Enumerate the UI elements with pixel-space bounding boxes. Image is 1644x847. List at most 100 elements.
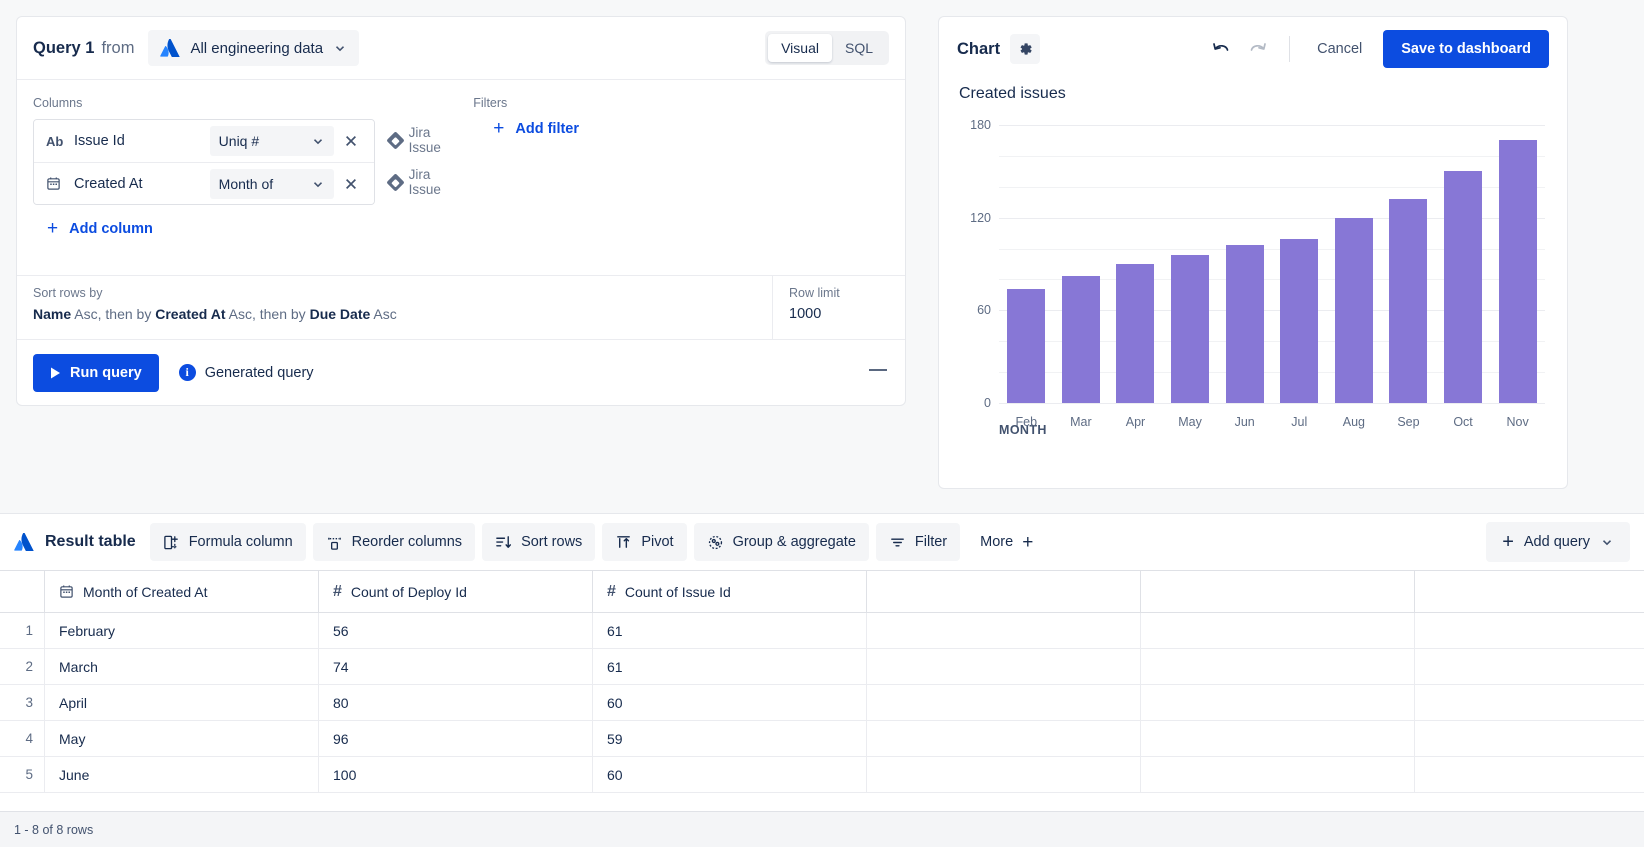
cell-empty[interactable] (1140, 757, 1414, 792)
chart-panel: Chart (938, 16, 1568, 489)
chart-bar[interactable] (1280, 239, 1318, 403)
add-query-button[interactable]: + Add query (1486, 522, 1630, 562)
group-aggregate-button[interactable]: Group & aggregate (694, 523, 869, 561)
bar-slot (1217, 125, 1272, 403)
chart-bar[interactable] (1444, 171, 1482, 403)
chart-bar[interactable] (1226, 245, 1264, 403)
cell-empty[interactable] (1140, 721, 1414, 756)
undo-button[interactable] (1205, 33, 1237, 65)
column-header-empty[interactable] (866, 571, 1140, 612)
chart-bar[interactable] (1062, 276, 1100, 403)
view-mode-sql[interactable]: SQL (832, 34, 886, 62)
view-mode-visual[interactable]: Visual (768, 34, 832, 62)
column-header-empty[interactable] (1414, 571, 1644, 612)
remove-column-button[interactable] (334, 134, 368, 148)
atlassian-logo-icon (14, 533, 34, 551)
cell-deploy-count[interactable]: 56 (318, 613, 592, 648)
sort-dir: Asc (373, 306, 396, 322)
add-column-button[interactable]: + Add column (47, 219, 461, 238)
cell-deploy-count[interactable]: 74 (318, 649, 592, 684)
cell-issue-count[interactable]: 59 (592, 721, 866, 756)
bar-slot (1490, 125, 1545, 403)
column-header-empty[interactable] (1140, 571, 1414, 612)
cell-empty[interactable] (866, 649, 1140, 684)
chart-bar[interactable] (1499, 140, 1537, 403)
x-axis-tick: Nov (1490, 403, 1545, 429)
table-row[interactable]: 2March7461 (0, 649, 1644, 685)
cell-month[interactable]: June (44, 757, 318, 792)
cell-empty[interactable] (1140, 649, 1414, 684)
cell-empty[interactable] (1414, 685, 1644, 720)
cell-issue-count[interactable]: 60 (592, 757, 866, 792)
cell-empty[interactable] (1414, 649, 1644, 684)
add-filter-button[interactable]: + Add filter (493, 119, 889, 138)
column-header-issue-count[interactable]: # Count of Issue Id (592, 571, 866, 612)
close-icon (344, 177, 358, 191)
sort-rows-section[interactable]: Sort rows by Name Asc, then by Created A… (17, 276, 773, 339)
bar-slot (999, 125, 1054, 403)
tool-label: Sort rows (521, 534, 582, 550)
cell-empty[interactable] (1414, 613, 1644, 648)
row-limit-value: 1000 (789, 306, 889, 322)
cell-month[interactable]: April (44, 685, 318, 720)
cell-empty[interactable] (866, 685, 1140, 720)
more-button[interactable]: More + (967, 523, 1046, 561)
sort-rows-button[interactable]: Sort rows (482, 523, 595, 561)
cell-issue-count[interactable]: 61 (592, 613, 866, 648)
cell-empty[interactable] (866, 757, 1140, 792)
column-header-label: Count of Deploy Id (351, 584, 467, 600)
cell-empty[interactable] (866, 721, 1140, 756)
filter-icon (889, 534, 906, 551)
cell-month[interactable]: May (44, 721, 318, 756)
hash-icon: # (333, 583, 342, 601)
cell-empty[interactable] (1140, 613, 1414, 648)
reorder-columns-button[interactable]: Reorder columns (313, 523, 475, 561)
cell-deploy-count[interactable]: 80 (318, 685, 592, 720)
save-to-dashboard-button[interactable]: Save to dashboard (1383, 30, 1549, 68)
cancel-button[interactable]: Cancel (1305, 31, 1374, 67)
row-limit-section[interactable]: Row limit 1000 (773, 276, 905, 339)
column-row[interactable]: Created At Month of (34, 162, 374, 204)
columns-label: Columns (33, 96, 461, 110)
collapse-panel-button[interactable] (867, 363, 889, 382)
cell-deploy-count[interactable]: 96 (318, 721, 592, 756)
chart-bar[interactable] (1171, 255, 1209, 403)
column-name: Issue Id (74, 133, 210, 149)
column-header-deploy-count[interactable]: # Count of Deploy Id (318, 571, 592, 612)
cell-empty[interactable] (1140, 685, 1414, 720)
sort-rows-value: Name Asc, then by Created At Asc, then b… (33, 306, 756, 322)
table-row[interactable]: 4May9659 (0, 721, 1644, 757)
filter-button[interactable]: Filter (876, 523, 960, 561)
query-from-label: from (101, 39, 134, 58)
aggregate-select[interactable]: Uniq # (210, 126, 334, 156)
data-source-selector[interactable]: All engineering data (148, 30, 359, 66)
redo-button[interactable] (1242, 33, 1274, 65)
generated-query-button[interactable]: i Generated query (179, 364, 314, 381)
source-name: Jira Issue (409, 167, 462, 197)
cell-issue-count[interactable]: 61 (592, 649, 866, 684)
aggregate-select[interactable]: Month of (210, 169, 334, 199)
chart-bar[interactable] (1335, 218, 1373, 403)
chart-bar[interactable] (1007, 289, 1045, 403)
table-row[interactable]: 5June10060 (0, 757, 1644, 793)
remove-column-button[interactable] (334, 177, 368, 191)
run-query-button[interactable]: Run query (33, 354, 159, 392)
chart-bar[interactable] (1116, 264, 1154, 403)
table-row[interactable]: 1February5661 (0, 613, 1644, 649)
formula-column-button[interactable]: Formula column (150, 523, 306, 561)
cell-month[interactable]: February (44, 613, 318, 648)
column-row[interactable]: Ab Issue Id Uniq # (34, 120, 374, 162)
cell-month[interactable]: March (44, 649, 318, 684)
cell-issue-count[interactable]: 60 (592, 685, 866, 720)
pivot-button[interactable]: Pivot (602, 523, 686, 561)
table-row[interactable]: 3April8060 (0, 685, 1644, 721)
plus-icon: + (493, 119, 504, 138)
column-header-month[interactable]: Month of Created At (44, 571, 318, 612)
cell-deploy-count[interactable]: 100 (318, 757, 592, 792)
chart-bar[interactable] (1389, 199, 1427, 403)
cell-empty[interactable] (1414, 721, 1644, 756)
plus-icon: + (1022, 533, 1033, 552)
chart-settings-button[interactable] (1010, 34, 1040, 64)
cell-empty[interactable] (1414, 757, 1644, 792)
cell-empty[interactable] (866, 613, 1140, 648)
